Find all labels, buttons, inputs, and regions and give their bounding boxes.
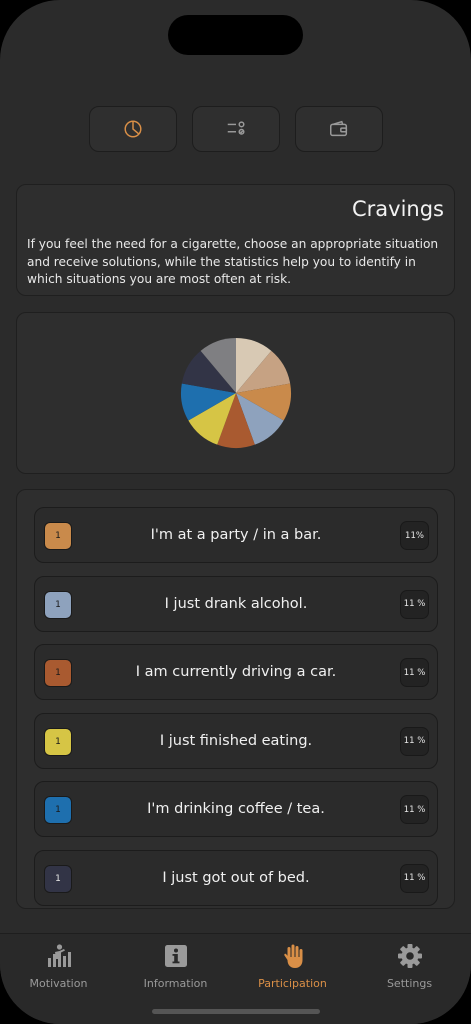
tab-label: Settings <box>386 977 433 990</box>
situation-label: I'm at a party / in a bar. <box>150 527 322 543</box>
phone-screen: Cravings If you feel the need for a ciga… <box>0 0 471 1024</box>
hand-icon <box>283 944 302 968</box>
situation-percent-badge: 11 % <box>400 589 429 619</box>
situation-item[interactable]: 1 I am currently driving a car. 11 % <box>34 644 438 700</box>
tab-label: Participation <box>258 977 327 990</box>
situation-item[interactable]: 1 I just finished eating. 11 % <box>34 712 438 769</box>
top-toolbar <box>89 106 383 152</box>
wallet-icon <box>330 120 348 137</box>
cravings-description: If you feel the need for a cigarette, ch… <box>27 237 439 286</box>
situations-list: 1 I'm at a party / in a bar. 11% 1 I just dr… <box>16 489 455 909</box>
situation-count-badge: 1 <box>44 522 72 550</box>
info-icon <box>164 945 187 967</box>
situation-count-badge: 1 <box>44 796 72 824</box>
checklist-icon <box>227 121 245 135</box>
tab-information[interactable]: Information <box>117 942 234 990</box>
situation-count-badge: 1 <box>44 659 72 687</box>
situation-label: I just finished eating. <box>159 732 313 749</box>
situation-label: I am currently driving a car. <box>135 664 337 680</box>
statistics-button[interactable] <box>89 106 177 152</box>
situation-percent-badge: 11 % <box>400 658 429 687</box>
gear-icon <box>397 944 422 968</box>
dynamic-island <box>168 15 303 55</box>
pie-chart-icon <box>124 120 142 138</box>
situation-percent-badge: 11 % <box>400 726 429 756</box>
situation-percent-badge: 11 % <box>400 795 429 824</box>
tab-label: Motivation <box>29 977 88 990</box>
tab-settings[interactable]: Settings <box>351 942 468 990</box>
situation-percent-badge: 11 % <box>400 863 429 893</box>
situation-item[interactable]: 1 I just drank alcohol. 11 % <box>34 575 438 632</box>
tab-motivation[interactable]: Motivation <box>0 942 117 990</box>
situation-label: I just drank alcohol. <box>164 595 308 612</box>
situation-count-badge: 1 <box>44 864 72 893</box>
checklist-button[interactable] <box>192 106 280 152</box>
situation-item[interactable]: 1 I'm at a party / in a bar. 11% <box>34 507 438 563</box>
situation-count-badge: 1 <box>44 590 72 619</box>
situation-label: I'm drinking coffee / tea. <box>147 801 325 817</box>
situations-pie-chart <box>180 338 291 448</box>
wallet-button[interactable] <box>295 106 383 152</box>
tab-label: Information <box>143 977 208 990</box>
statistics-chart-card <box>16 312 455 474</box>
situation-item[interactable]: 1 I'm drinking coffee / tea. 11 % <box>34 781 438 837</box>
tab-participation[interactable]: Participation <box>234 942 351 990</box>
situation-item[interactable]: 1 I just got out of bed. 11 % <box>34 849 438 906</box>
situation-percent-badge: 11% <box>400 521 429 550</box>
motivation-chart-icon <box>47 944 71 967</box>
home-indicator <box>152 1009 320 1014</box>
page-title: Cravings <box>351 197 444 221</box>
cravings-info-card: Cravings If you feel the need for a ciga… <box>16 184 455 296</box>
situation-count-badge: 1 <box>44 727 72 756</box>
situation-label: I just got out of bed. <box>162 869 310 886</box>
